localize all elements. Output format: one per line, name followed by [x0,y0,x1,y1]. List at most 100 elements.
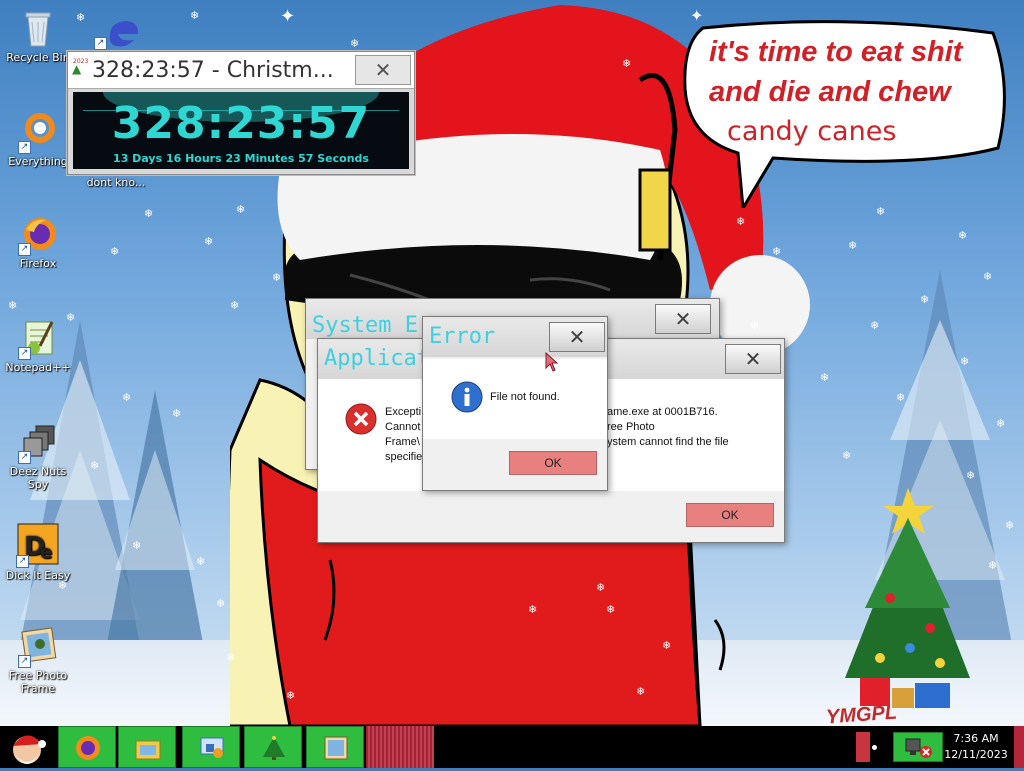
desktop-icon-everything[interactable]: ↗ Everything [0,112,76,168]
snowflake: ❄ [772,245,782,258]
desktop-icon-label: Recycle Bin [6,51,70,64]
countdown-display: 328:23:57 13 Days 16 Hours 23 Minutes 57… [73,92,409,169]
countdown-window[interactable]: ▲ 2023 328:23:57 - Christm... ✕ 328:23:5… [67,51,415,175]
ok-button[interactable]: OK [509,451,597,475]
desktop-icon-deez-nuts-spy[interactable]: ↗ Deez Nuts Spy [0,422,76,491]
snowflake: ❄ [122,391,132,404]
taskbar: 7:36 AM 12/11/2023 [0,726,1024,768]
snowflake: ❄ [272,271,282,284]
countdown-big-time: 328:23:57 [111,98,371,149]
snowflake: ❄ [1005,519,1015,532]
error-message-line: Excepti [385,406,422,418]
desktop-icon-label: Notepad++ [5,361,71,374]
snowflake: ❄ [736,215,746,228]
photo-frame-icon [324,736,348,760]
snowflake: ❄ [876,205,886,218]
desktop-icon-recycle-bin[interactable]: Recycle Bin [0,8,76,64]
info-icon [451,381,483,413]
taskbar-christmas-tree-button[interactable] [244,726,302,768]
dick-it-easy-icon: De ↗ [16,522,60,568]
network-disconnected-icon [905,738,932,758]
snowflake: ❄ [596,581,606,594]
windows-stack-icon: ↗ [18,422,58,464]
snowflake: ❄ [236,203,246,216]
shortcut-arrow-icon: ↗ [16,555,29,568]
dialog-body: File not found. [423,359,607,439]
ok-button[interactable]: OK [686,503,774,527]
tray-network-button[interactable] [893,732,943,762]
snowflake: ❄ [528,603,538,616]
speech-bubble: it's time to eat shit and die and chew c… [683,18,1013,208]
close-icon: ✕ [674,307,692,331]
taskbar-file-explorer-button[interactable] [118,726,176,768]
dialog-title: Applicat [324,346,424,371]
dialog-close-button[interactable]: ✕ [549,322,605,352]
desktop-icon-label: Firefox [19,257,57,270]
countdown-title: 328:23:57 - Christm... [92,57,334,83]
bubble-line-3: candy canes [727,116,897,147]
system-clock[interactable]: 7:36 AM 12/11/2023 [944,731,1008,763]
snowflake: ❄ [144,207,154,220]
christmas-tree-icon [263,736,285,760]
firefox-icon: ↗ [18,214,58,256]
snowflake: ❄ [988,559,998,572]
snowflake: ❄ [230,299,240,312]
desktop-icon-free-photo-frame[interactable]: ↗ Free Photo Frame [0,626,76,695]
snowflake: ❄ [820,371,830,384]
svg-text:e: e [40,542,52,563]
countdown-close-button[interactable]: ✕ [355,55,411,85]
desktop-icon-label: Deez Nuts Spy [9,465,67,491]
snowflake: ❄ [90,459,100,472]
snowflake: ❄ [132,539,142,552]
snowflake: ❄ [848,239,858,252]
tray-red-block [856,732,870,762]
snowflake: ❄ [662,639,672,652]
dialog-close-button[interactable]: ✕ [655,304,711,334]
error-message-line: Cannot [385,421,421,433]
close-icon: ✕ [568,325,586,349]
shortcut-arrow-icon: ↗ [18,243,31,256]
error-icon [345,403,377,435]
notepad-plus-plus-icon: ↗ [18,318,58,360]
photo-frame-icon: ↗ [18,626,58,668]
snowflake: ✦ [280,6,296,27]
taskbar-photo-frame-button[interactable] [306,726,364,768]
snowflake: ❄ [204,235,214,248]
snowflake: ❄ [196,555,206,568]
snowflake: ❄ [226,651,236,664]
shortcut-arrow-icon: ↗ [18,451,31,464]
snowflake: ❄ [110,245,120,258]
snowflake: ❄ [636,685,646,698]
firefox-icon [76,736,100,760]
taskbar-control-panel-button[interactable] [182,726,240,768]
error-message-line: ree Photo [607,421,655,433]
dialog-message: File not found. [490,391,560,403]
desktop-icon-label: Dick It Easy [5,569,71,582]
taskbar-firefox-button[interactable] [58,726,116,768]
snowflake: ❄ [983,270,993,283]
edge-browser-icon [109,21,139,47]
snowflake: ❄ [896,391,906,404]
file-error-dialog[interactable]: Error ✕ File not found. OK [422,316,608,491]
desktop-icon-label: dont kno... [86,176,146,189]
error-message-right: ame.exe at 0001B716. ree Photo ystem can… [607,405,729,450]
desktop-icon-firefox[interactable]: ↗ Firefox [0,214,76,270]
clock-time: 7:36 AM [953,732,999,745]
christmas-tree-decoration [845,488,970,708]
desktop: it's time to eat shit and die and chew c… [0,0,1024,726]
shortcut-arrow-icon: ↗ [18,141,31,154]
shortcut-arrow-icon: ↗ [18,655,31,668]
start-button[interactable] [0,726,54,768]
desktop-icon-dick-it-easy[interactable]: De ↗ Dick It Easy [0,522,76,582]
desktop-icon-notepad-plus-plus[interactable]: ↗ Notepad++ [0,318,76,374]
dialog-close-button[interactable]: ✕ [725,344,781,374]
error-message-line: Frame\ [385,436,420,448]
tray-dot [872,745,877,750]
snowflake: ❄ [996,417,1006,430]
error-message-line: ame.exe at 0001B716. [607,406,718,418]
show-desktop-button[interactable] [1014,726,1024,768]
snowflake: ❄ [190,9,200,22]
snowflake: ❄ [870,319,880,332]
snowflake: ❄ [958,229,968,242]
snowflake: ❄ [750,319,760,332]
